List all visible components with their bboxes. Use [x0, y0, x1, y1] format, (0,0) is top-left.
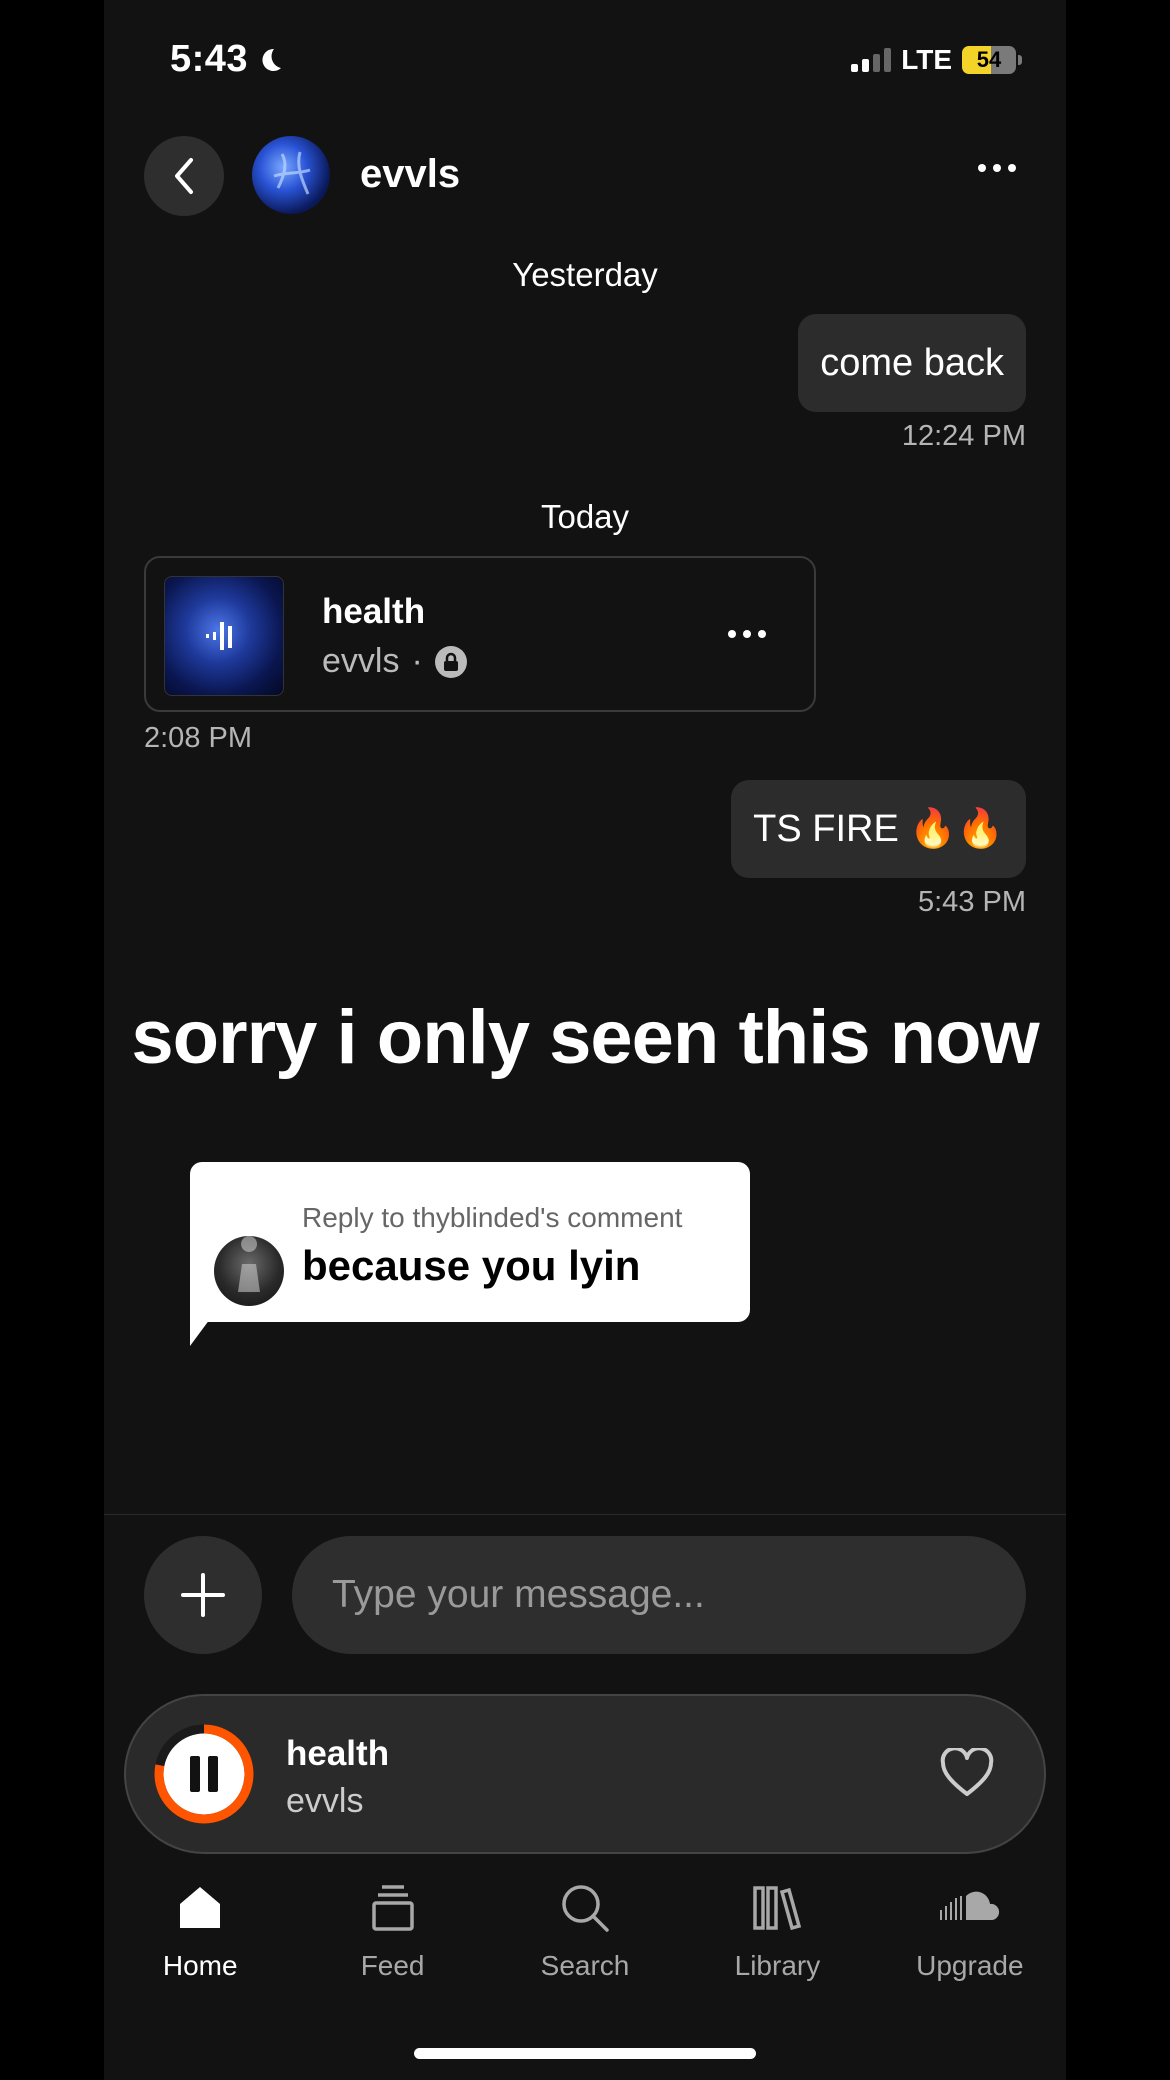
track-artist-row: evvls · — [322, 642, 467, 681]
message-timestamp: 12:24 PM — [901, 420, 1026, 452]
message-timestamp: 2:08 PM — [144, 722, 252, 754]
message-timestamp: 5:43 PM — [918, 886, 1026, 918]
overlay-caption: sorry i only seen this now — [131, 995, 1039, 1080]
playback-progress-ring — [154, 1724, 254, 1824]
composer-divider — [104, 1514, 1066, 1515]
battery-icon: 54 — [962, 46, 1022, 74]
nav-item-feed[interactable]: Feed — [296, 1880, 488, 2010]
date-separator-yesterday: Yesterday — [512, 256, 658, 293]
nav-item-library[interactable]: Library — [681, 1880, 873, 2010]
chevron-left-icon — [175, 158, 193, 194]
more-options-icon[interactable] — [978, 164, 1016, 172]
player-track-title: health — [286, 1734, 390, 1773]
track-more-icon[interactable] — [728, 630, 766, 638]
signal-icon — [851, 48, 892, 72]
plus-icon — [181, 1573, 225, 1617]
player-track-artist: evvls — [286, 1782, 364, 1820]
bottom-nav: Home Feed Search Library Upgrade — [104, 1880, 1066, 2010]
attach-button[interactable] — [144, 1536, 262, 1654]
track-artwork[interactable] — [164, 576, 284, 696]
feed-icon — [370, 1880, 416, 1936]
nav-label: Home — [162, 1950, 238, 1981]
nav-item-home[interactable]: Home — [104, 1880, 296, 2010]
back-button[interactable] — [144, 136, 224, 216]
date-separator-today: Today — [540, 498, 630, 535]
status-indicators: LTE 54 — [851, 44, 1022, 76]
messages-screen: 5:43 LTE 54 evvls Yesterday come back 12… — [104, 0, 1066, 2080]
reply-subtitle: Reply to thyblinded's comment — [302, 1202, 683, 1233]
message-bubble-sent[interactable]: TS FIRE 🔥🔥 — [731, 780, 1026, 878]
message-text: come back — [820, 341, 1004, 384]
nav-label: Feed — [360, 1950, 425, 1981]
message-input[interactable] — [292, 1536, 1026, 1654]
home-indicator[interactable] — [414, 2048, 756, 2059]
network-label: LTE — [901, 44, 952, 75]
pause-icon — [190, 1756, 200, 1792]
soundcloud-icon — [938, 1880, 1002, 1936]
status-bar-time: 5:43 — [170, 38, 284, 81]
track-title: health — [322, 592, 426, 631]
reply-text: because you lyin — [302, 1242, 641, 1289]
heart-icon[interactable] — [940, 1746, 994, 1803]
battery-level: 54 — [962, 46, 1016, 74]
library-icon — [751, 1880, 803, 1936]
nav-item-upgrade[interactable]: Upgrade — [874, 1880, 1066, 2010]
commenter-avatar — [214, 1236, 284, 1306]
nav-label: Search — [540, 1950, 630, 1981]
message-bubble-sent[interactable]: come back — [798, 314, 1026, 412]
home-icon — [174, 1880, 226, 1936]
shared-track-card[interactable]: health evvls · — [144, 556, 816, 712]
contact-name[interactable]: evvls — [360, 152, 460, 197]
moon-icon — [262, 48, 282, 71]
nav-label: Upgrade — [916, 1950, 1024, 1981]
nav-item-search[interactable]: Search — [489, 1880, 681, 2010]
mini-player[interactable]: health evvls — [124, 1694, 1046, 1854]
nav-label: Library — [734, 1950, 821, 1981]
status-time-text: 5:43 — [170, 38, 249, 80]
lock-icon — [434, 645, 467, 678]
reply-comment-card: Reply to thyblinded's comment because yo… — [190, 1162, 750, 1322]
track-artist: evvls — [322, 642, 400, 680]
waveform-icon — [206, 622, 232, 650]
pause-button[interactable] — [152, 1722, 256, 1826]
contact-avatar[interactable] — [252, 136, 330, 214]
message-text: TS FIRE 🔥🔥 — [753, 808, 1004, 850]
search-icon — [559, 1880, 611, 1936]
